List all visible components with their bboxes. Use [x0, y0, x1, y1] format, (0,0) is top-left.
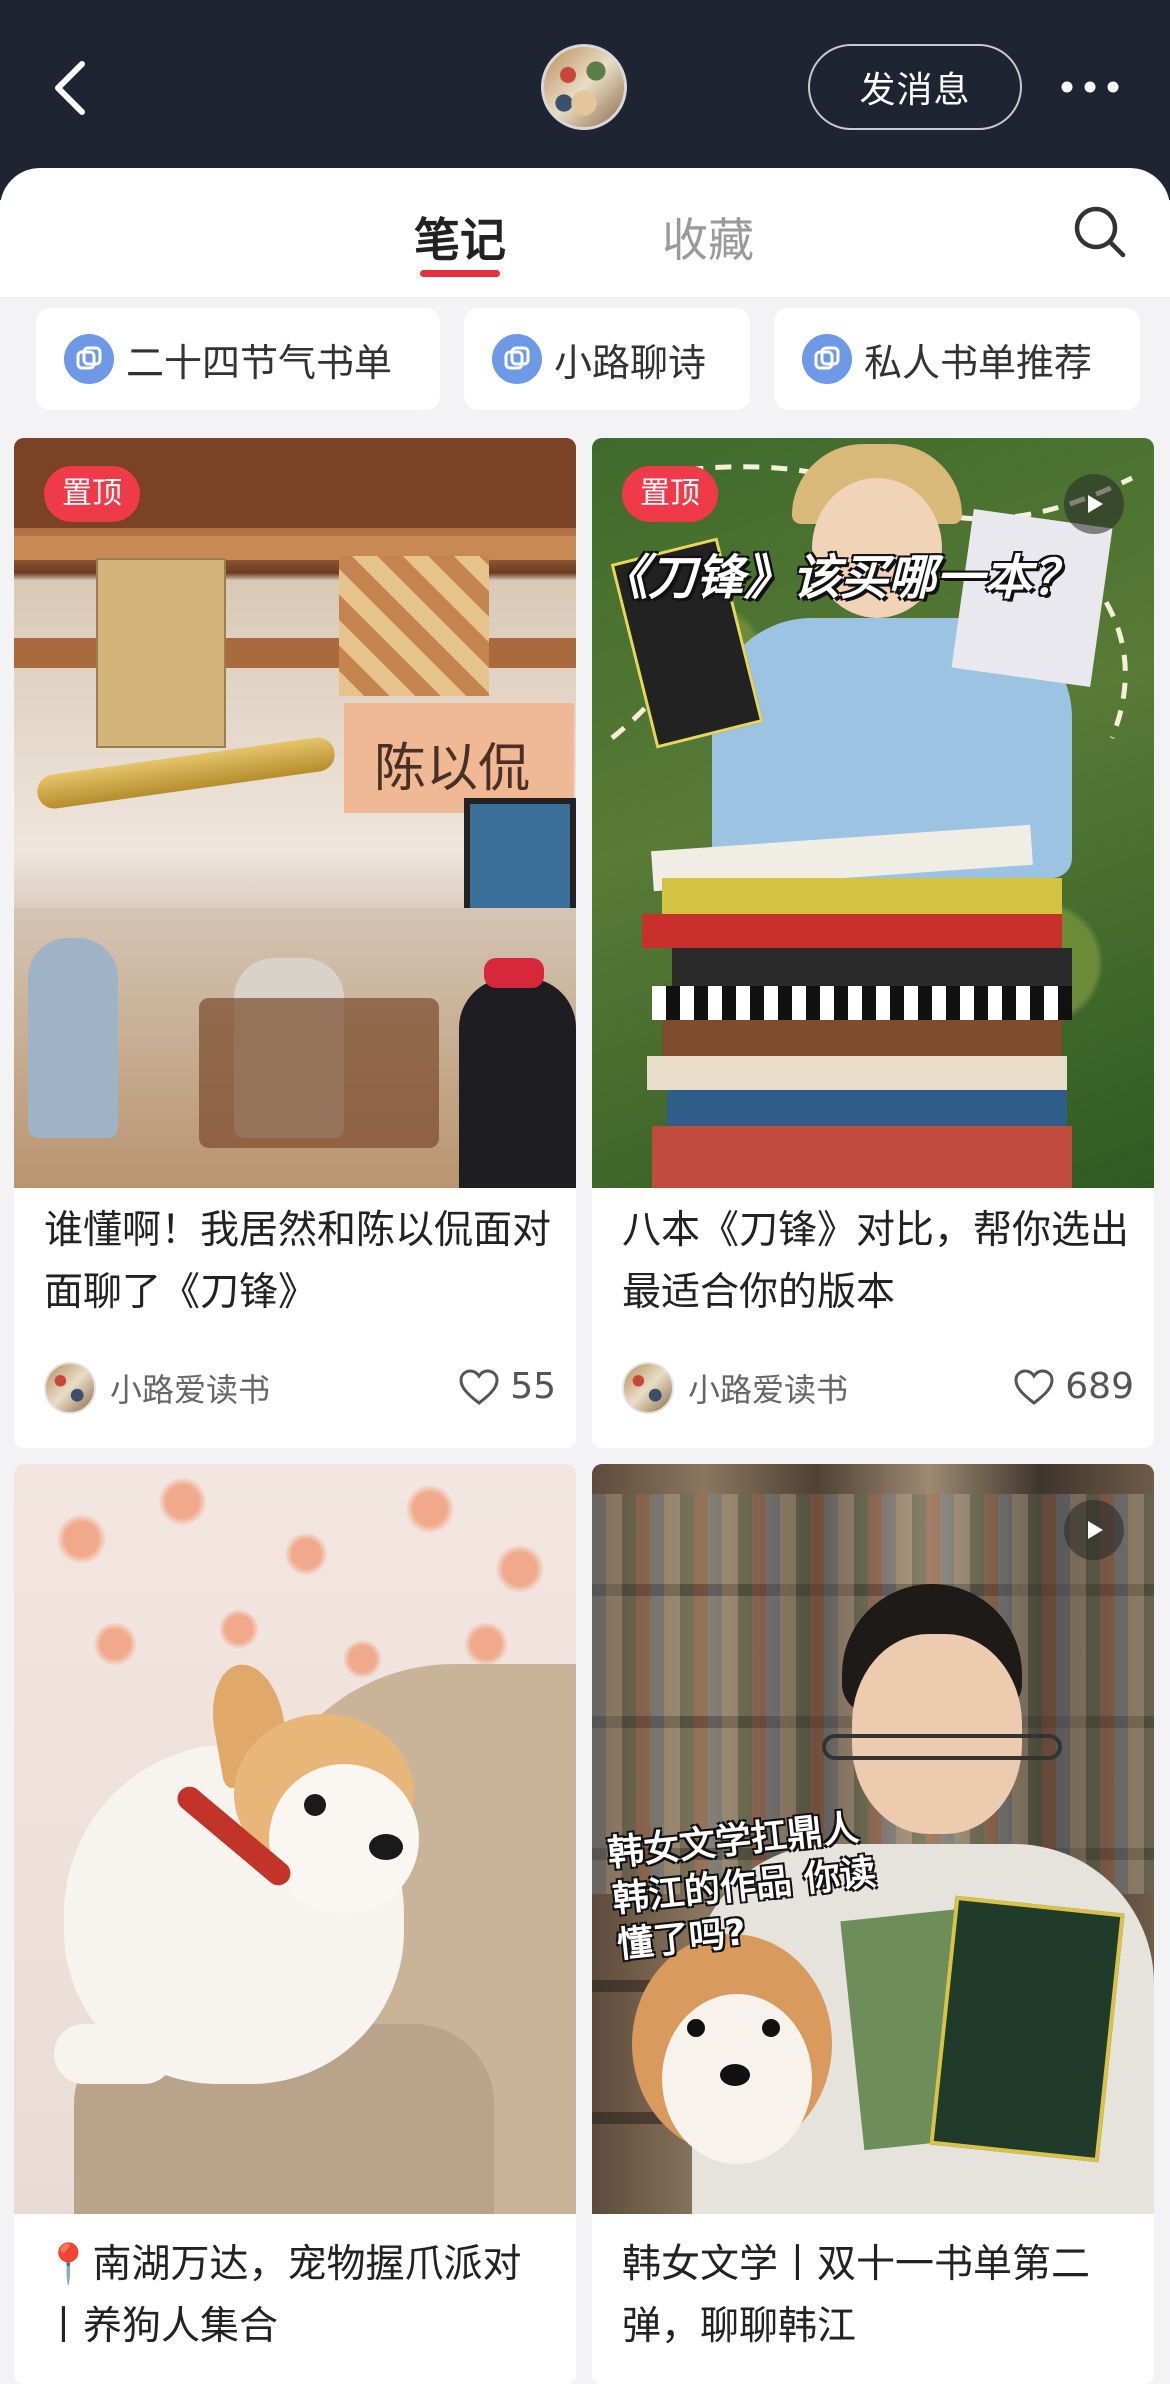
author-name: 小路爱读书	[688, 1371, 849, 1409]
author-avatar	[622, 1362, 674, 1414]
more-button[interactable]	[1050, 60, 1130, 114]
note-title: 八本《刀锋》对比，帮你选出最适合你的版本	[622, 1208, 1130, 1315]
author-avatar	[44, 1362, 96, 1414]
note-author[interactable]: 小路爱读书	[622, 1362, 848, 1414]
heart-icon	[459, 1368, 499, 1405]
collection-chips: 二十四节气书单 小路聊诗 私人书单推荐	[0, 298, 1170, 430]
collection-chip[interactable]: 小路聊诗	[464, 308, 750, 410]
collection-icon	[64, 334, 114, 384]
video-play-icon	[1064, 1500, 1124, 1560]
like-count: 55	[510, 1366, 556, 1407]
note-cover-image: 《刀锋》该买哪一本？ 置顶	[592, 438, 1154, 1188]
cover-caption: 陈以侃	[374, 739, 531, 799]
like-button[interactable]: 689	[1013, 1366, 1134, 1407]
pinned-badge: 置顶	[44, 466, 140, 522]
note-cover-image: 陈以侃 置顶	[14, 438, 576, 1188]
note-card[interactable]: 《刀锋》该买哪一本？ 置顶 八本《刀锋》对比，帮你选出最适合你的版本 小路爱读书…	[592, 438, 1154, 1448]
cover-caption: 《刀锋》该买哪一本？	[600, 550, 1081, 606]
pinned-badge: 置顶	[622, 466, 718, 522]
note-title: 谁懂啊！我居然和陈以侃面对面聊了《刀锋》	[44, 1208, 552, 1315]
note-title: 📍南湖万达，宠物握爪派对丨养狗人集合	[44, 2242, 522, 2349]
collection-chip[interactable]: 二十四节气书单	[36, 308, 440, 410]
search-icon	[1074, 206, 1126, 258]
note-card[interactable]: 韩女文学扛鼎人 韩江的作品 你读懂了吗? 韩女文学丨双十一书单第二弹，聊聊韩江	[592, 1464, 1154, 2384]
chevron-left-icon	[55, 61, 85, 115]
note-card[interactable]: 📍南湖万达，宠物握爪派对丨养狗人集合	[14, 1464, 576, 2384]
search-button[interactable]	[1070, 202, 1130, 262]
back-button[interactable]	[48, 55, 92, 121]
collection-label: 私人书单推荐	[864, 340, 1093, 385]
note-author[interactable]: 小路爱读书	[44, 1362, 270, 1414]
note-title: 韩女文学丨双十一书单第二弹，聊聊韩江	[622, 2242, 1091, 2349]
note-cover-image	[14, 1464, 576, 2214]
collection-icon	[802, 334, 852, 384]
tab-bar: 笔记 收藏	[0, 168, 1170, 298]
author-name: 小路爱读书	[110, 1371, 271, 1409]
collection-icon	[492, 334, 542, 384]
tab-notes[interactable]: 笔记	[410, 204, 510, 270]
send-message-button[interactable]: 发消息	[808, 44, 1022, 130]
heart-icon	[1014, 1368, 1054, 1405]
avatar[interactable]	[541, 44, 627, 130]
tab-favorites[interactable]: 收藏	[658, 204, 758, 270]
note-card[interactable]: 陈以侃 置顶 谁懂啊！我居然和陈以侃面对面聊了《刀锋》 小路爱读书 55	[14, 438, 576, 1448]
tab-active-indicator	[420, 270, 500, 277]
video-play-icon	[1064, 474, 1124, 534]
like-button[interactable]: 55	[458, 1366, 556, 1407]
collection-label: 小路聊诗	[554, 340, 707, 385]
collection-chip[interactable]: 私人书单推荐	[774, 308, 1140, 410]
collection-label: 二十四节气书单	[126, 340, 393, 385]
more-icon	[1061, 81, 1119, 93]
note-cover-image: 韩女文学扛鼎人 韩江的作品 你读懂了吗?	[592, 1464, 1154, 2214]
like-count: 689	[1065, 1366, 1134, 1407]
